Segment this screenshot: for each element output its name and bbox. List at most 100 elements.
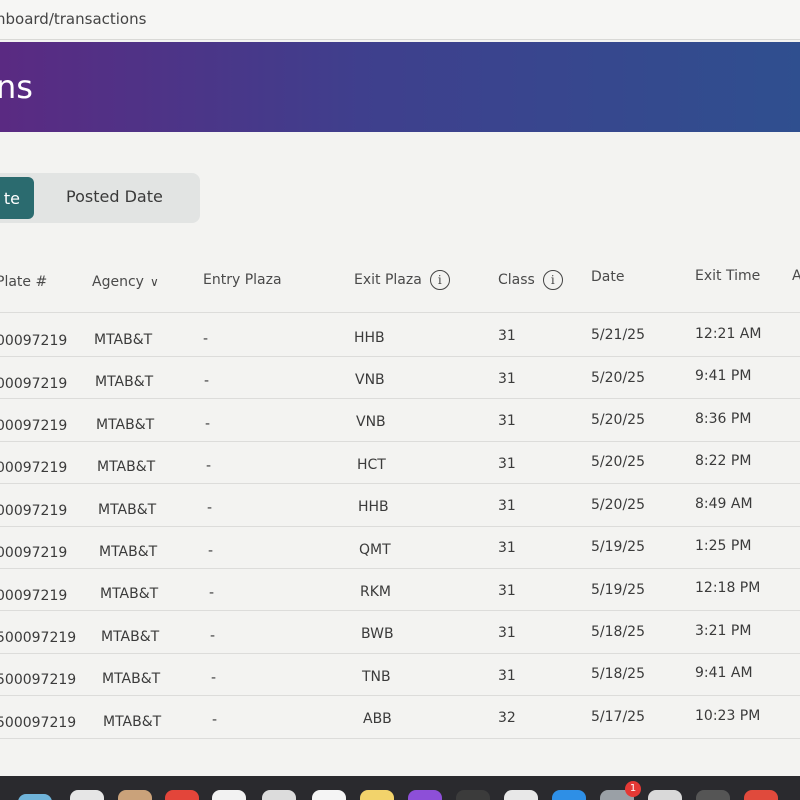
cell-agency: MTAB&T <box>94 332 153 348</box>
dock-app-icon[interactable] <box>262 790 296 800</box>
cell-date: 5/20/25 <box>591 496 645 513</box>
cell-exit-time: 10:23 PM <box>695 707 761 724</box>
row-divider <box>0 356 800 357</box>
cell-class: 31 <box>498 582 516 599</box>
column-header-extra: A <box>792 268 800 284</box>
cell-entry: - <box>204 373 210 390</box>
cell-exit-time: 8:36 PM <box>695 410 752 427</box>
cell-entry: - <box>203 330 209 347</box>
row-divider <box>0 568 800 569</box>
column-header-plate: Plate # <box>0 274 47 290</box>
column-header-label: Plate # <box>0 274 48 290</box>
notification-badge: 1 <box>625 781 641 797</box>
browser-address-bar[interactable]: nboard/transactions <box>0 0 800 40</box>
dock-app-icon[interactable] <box>312 790 346 800</box>
cell-date: 5/19/25 <box>591 539 645 556</box>
toggle-posted-date[interactable]: Posted Date <box>66 187 163 206</box>
url-text: nboard/transactions <box>0 10 147 28</box>
cell-exit-time: 8:49 AM <box>695 495 753 512</box>
dock-app-icon[interactable] <box>18 794 52 800</box>
dock-app-icon[interactable] <box>70 790 104 800</box>
column-header-label: Entry Plaza <box>203 272 282 288</box>
cell-plate: 00097219 <box>0 502 68 519</box>
row-divider <box>0 483 800 485</box>
dock-app-icon[interactable] <box>118 790 152 800</box>
cell-plate: 500097219 <box>0 672 77 689</box>
info-icon[interactable]: i <box>429 270 450 290</box>
cell-exit: QMT <box>359 541 391 558</box>
column-header-date: Date <box>591 269 624 285</box>
cell-agency: MTAB&T <box>102 671 161 688</box>
cell-plate: 00097219 <box>0 545 68 562</box>
row-divider <box>0 440 800 442</box>
cell-plate: 00097219 <box>0 460 68 477</box>
cell-class: 31 <box>498 370 516 387</box>
cell-agency: MTAB&T <box>99 544 158 560</box>
cell-agency: MTAB&T <box>103 713 162 730</box>
dock-app-icon[interactable] <box>165 790 199 800</box>
dock-app-icon[interactable] <box>696 790 730 800</box>
dock-app-icon[interactable] <box>456 790 490 800</box>
cell-exit: VNB <box>356 414 386 431</box>
column-header-exit_time: Exit Time <box>695 268 760 284</box>
cell-entry: - <box>206 458 212 474</box>
cell-date: 5/20/25 <box>591 454 645 471</box>
cell-exit-time: 12:18 PM <box>695 580 761 597</box>
cell-class: 31 <box>498 413 516 430</box>
cell-class: 31 <box>498 328 516 345</box>
dock-app-icon[interactable] <box>648 790 682 800</box>
cell-class: 31 <box>498 625 516 642</box>
row-divider <box>0 652 800 654</box>
toggle-transaction-date[interactable]: te <box>0 177 34 219</box>
cell-plate: 00097219 <box>0 333 68 350</box>
cell-agency: MTAB&T <box>95 374 154 391</box>
row-divider <box>0 525 800 527</box>
cell-entry: - <box>207 500 213 517</box>
row-divider <box>0 695 800 697</box>
column-header-label: Date <box>591 269 625 285</box>
cell-exit: ABB <box>363 711 392 728</box>
cell-plate: 00097219 <box>0 418 68 434</box>
cell-entry: - <box>208 542 214 559</box>
cell-exit: RKM <box>360 584 391 600</box>
screen: nboard/transactions ns te Posted Date Pl… <box>0 0 800 800</box>
cell-exit: HCT <box>357 456 386 473</box>
info-icon[interactable]: i <box>542 270 563 290</box>
cell-class: 31 <box>498 498 516 514</box>
dock-app-icon[interactable] <box>360 790 394 800</box>
cell-exit: TNB <box>362 668 391 685</box>
dock-app-icon[interactable] <box>212 790 246 800</box>
cell-entry: - <box>212 712 218 729</box>
cell-exit-time: 12:21 AM <box>695 326 762 342</box>
dock-app-icon[interactable] <box>504 790 538 800</box>
date-type-toggle: te Posted Date <box>0 173 200 223</box>
cell-exit-time: 3:21 PM <box>695 622 752 639</box>
dock-app-icon[interactable] <box>744 790 778 800</box>
cell-exit: VNB <box>355 372 385 388</box>
column-header-agency[interactable]: Agency ∨ <box>92 274 159 290</box>
column-header-exit: Exit Plaza i <box>354 270 450 290</box>
macos-dock <box>0 776 800 800</box>
cell-plate: 500097219 <box>0 630 77 646</box>
chevron-down-icon[interactable]: ∨ <box>150 275 159 289</box>
cell-agency: MTAB&T <box>100 586 159 603</box>
cell-class: 31 <box>498 540 516 557</box>
column-header-label: Class <box>498 272 535 288</box>
cell-date: 5/17/25 <box>591 708 645 725</box>
column-header-entry: Entry Plaza <box>203 272 282 288</box>
cell-date: 5/18/25 <box>591 624 645 640</box>
cell-entry: - <box>210 627 216 644</box>
dock-app-icon[interactable] <box>552 790 586 800</box>
cell-exit-time: 9:41 AM <box>695 665 753 682</box>
column-header-label: Agency <box>92 274 144 290</box>
cell-exit-time: 9:41 PM <box>695 368 752 385</box>
cell-exit-time: 1:25 PM <box>695 538 752 554</box>
cell-date: 5/21/25 <box>591 327 645 344</box>
column-header-class: Class i <box>498 270 563 290</box>
row-divider <box>0 398 800 400</box>
cell-agency: MTAB&T <box>101 628 160 645</box>
dock-app-icon[interactable] <box>408 790 442 800</box>
cell-exit-time: 8:22 PM <box>695 453 752 470</box>
table-divider <box>0 312 800 313</box>
cell-exit: HHB <box>358 499 389 516</box>
